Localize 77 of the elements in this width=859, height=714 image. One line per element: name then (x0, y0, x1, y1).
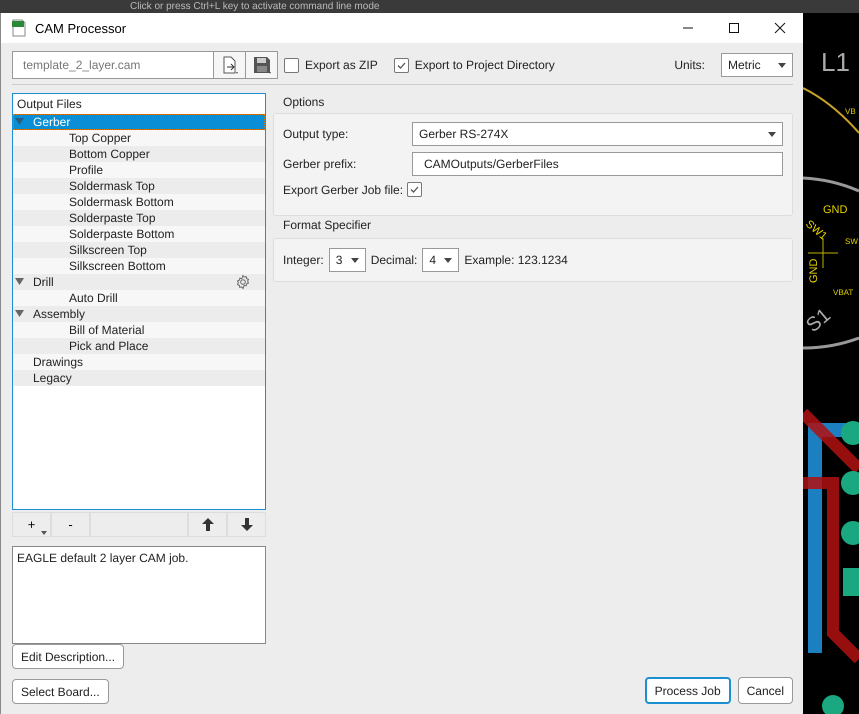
select-board-button[interactable]: Select Board... (12, 679, 109, 704)
format-specifier-title: Format Specifier (282, 217, 372, 234)
units-label: Units: (674, 58, 705, 72)
expanded-arrow-icon[interactable] (15, 278, 24, 286)
tree-header: Output Files (16, 96, 83, 113)
tree-item[interactable]: Bottom Copper (13, 146, 265, 162)
tree-item[interactable]: Gerber (13, 114, 265, 130)
units-dropdown[interactable]: Metric (721, 53, 793, 77)
move-down-button[interactable] (227, 512, 266, 537)
decimal-label: Decimal: (370, 253, 418, 267)
tree-item[interactable]: Drill (13, 274, 265, 290)
dropdown-caret-icon (41, 531, 47, 535)
tree-item[interactable]: Top Copper (13, 130, 265, 146)
dropdown-caret-icon (768, 132, 776, 136)
gerber-prefix-field[interactable]: CAMOutputs/GerberFiles (412, 152, 783, 176)
gerber-prefix-label: Gerber prefix: (283, 157, 358, 171)
tree-item-label: Pick and Place (69, 339, 148, 353)
command-hint-text: Click or press Ctrl+L key to activate command line mode (130, 1, 380, 12)
tree-item-label: Bottom Copper (69, 147, 150, 161)
tree-item-label: Drill (33, 275, 54, 289)
tree-item[interactable]: Solderpaste Bottom (13, 226, 265, 242)
edit-description-button[interactable]: Edit Description... (12, 644, 124, 669)
export-zip-label: Export as ZIP (305, 58, 378, 72)
cancel-button[interactable]: Cancel (738, 677, 793, 704)
tree-item[interactable]: Bill of Material (13, 322, 265, 338)
tree-item[interactable]: Pick and Place (13, 338, 265, 354)
tree-item-label: Bill of Material (69, 323, 144, 337)
tree-item[interactable]: Soldermask Bottom (13, 194, 265, 210)
output-type-label: Output type: (283, 127, 350, 141)
dropdown-caret-icon (778, 62, 786, 68)
arrow-up-icon (202, 518, 214, 531)
tree-item[interactable]: Assembly (13, 306, 265, 322)
tree-item[interactable]: Profile (13, 162, 265, 178)
checkbox[interactable] (284, 58, 299, 72)
tree-item-label: Assembly (33, 307, 86, 321)
tree-item-label: Solderpaste Top (69, 211, 156, 225)
tree-item[interactable]: Legacy (13, 370, 265, 386)
tree-item[interactable]: Soldermask Top (13, 178, 265, 194)
tree-item-label: Gerber (33, 115, 70, 129)
settings-icon[interactable] (235, 274, 251, 290)
integer-dropdown[interactable]: 3 (328, 248, 366, 272)
tree-item-label: Soldermask Bottom (69, 195, 174, 209)
description-box[interactable]: EAGLE default 2 layer CAM job. (12, 546, 266, 644)
move-up-button[interactable] (188, 512, 227, 537)
add-button[interactable]: + (12, 512, 51, 537)
checkbox[interactable] (407, 182, 422, 197)
checkmark-icon (409, 184, 420, 195)
export-job-file-label: Export Gerber Job file: (283, 182, 404, 196)
tree-item-label: Drawings (33, 355, 84, 369)
tree-item-label: Auto Drill (69, 291, 118, 305)
arrow-down-icon (240, 518, 252, 531)
tree-item-label: Solderpaste Bottom (69, 227, 174, 241)
tree-item-label: Profile (69, 163, 104, 177)
tree-item[interactable]: Solderpaste Top (13, 210, 265, 226)
remove-button[interactable]: - (51, 512, 90, 537)
tree-item[interactable]: Silkscreen Bottom (13, 258, 265, 274)
expanded-arrow-icon[interactable] (15, 310, 24, 318)
tree-item-label: Silkscreen Top (69, 243, 147, 257)
window-title: CAM Processor (35, 20, 126, 36)
tree-item[interactable]: Drawings (13, 354, 265, 370)
integer-label: Integer: (283, 253, 324, 267)
tree-item-label: Soldermask Top (69, 179, 155, 193)
app-icon (11, 19, 27, 37)
process-job-button[interactable]: Process Job (644, 677, 731, 704)
tree-item[interactable]: Auto Drill (13, 290, 265, 306)
tree-item-label: Silkscreen Bottom (69, 259, 166, 273)
tree-item-label: Top Copper (69, 131, 132, 145)
example-text: Example: 123.1234 (464, 253, 568, 267)
decimal-dropdown[interactable]: 4 (422, 248, 460, 272)
dropdown-caret-icon (444, 258, 452, 262)
tree-item-label: Legacy (33, 371, 72, 385)
output-type-dropdown[interactable]: Gerber RS-274X (412, 122, 783, 146)
options-title: Options (282, 94, 326, 111)
tree-item[interactable]: Silkscreen Top (13, 242, 265, 258)
dropdown-caret-icon (350, 258, 359, 262)
checkbox[interactable] (394, 58, 409, 72)
export-project-label: Export to Project Directory (414, 58, 555, 72)
